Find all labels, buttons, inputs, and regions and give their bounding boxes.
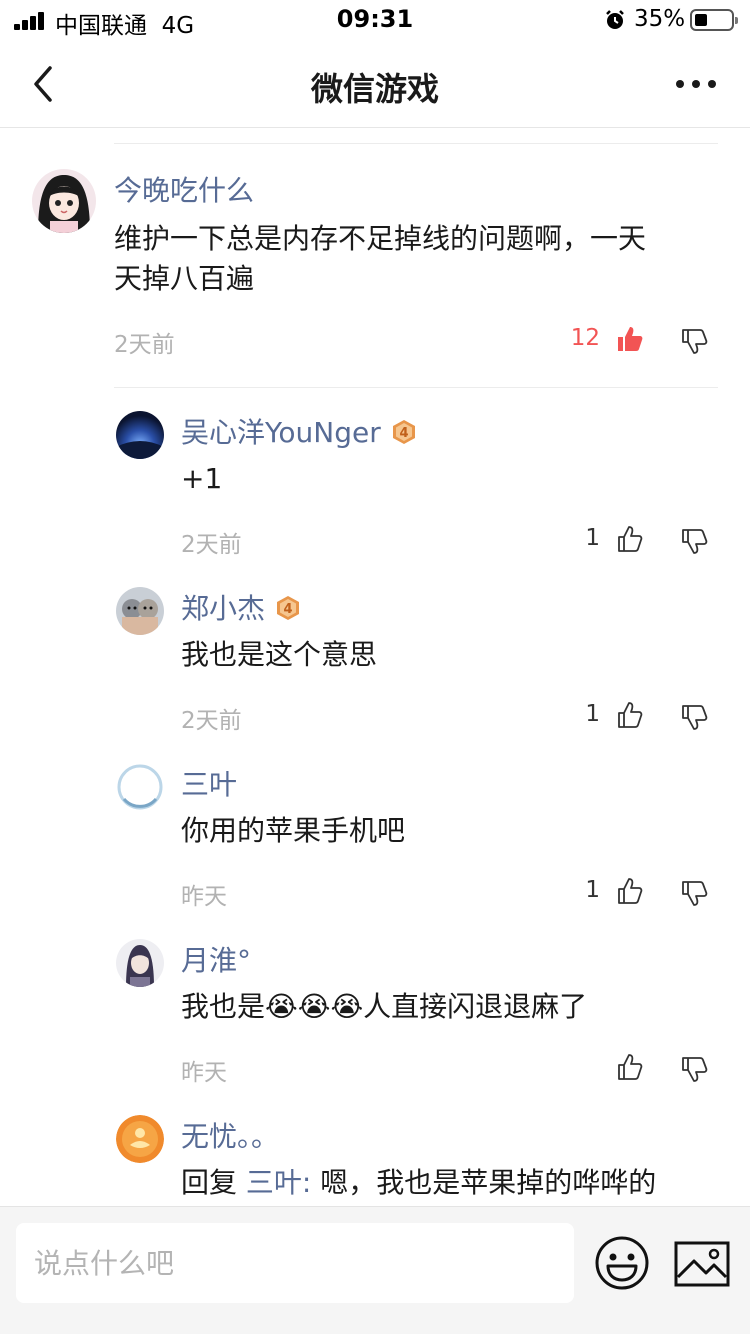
navigation-bar: 微信游戏 — [0, 40, 750, 128]
reply-prefix: 回复 — [181, 1166, 246, 1199]
image-icon[interactable] — [674, 1241, 730, 1287]
reply-text: 回复 三叶: 嗯，我也是苹果掉的哗哗的 — [181, 1163, 656, 1203]
svg-text:4: 4 — [399, 426, 408, 441]
reply-time: 2天前 — [181, 708, 242, 734]
reply-time: 2天前 — [181, 532, 242, 558]
reply-text: 你用的苹果手机吧 — [181, 814, 406, 847]
avatar[interactable] — [116, 411, 164, 459]
thumbs-down-icon[interactable] — [680, 703, 708, 731]
thumbs-down-icon[interactable] — [680, 879, 708, 907]
reply-text-part: 嗯，我也是苹果掉的哗哗的 — [311, 1166, 657, 1199]
reply-author[interactable]: 月淮° — [181, 939, 251, 979]
reply-item: 吴心洋YouNger 4 +1 2天前 1 — [0, 409, 750, 569]
reply-author-name[interactable]: 吴心洋YouNger — [181, 416, 381, 449]
comment-input-bar — [0, 1206, 750, 1334]
reply-item: 郑小杰 4 我也是这个意思 2天前 1 — [0, 585, 750, 745]
comment-input-container[interactable] — [16, 1223, 574, 1303]
avatar[interactable] — [32, 169, 96, 233]
reply-author[interactable]: 三叶 — [181, 763, 237, 803]
reply-text: +1 — [181, 462, 223, 495]
thumbs-up-icon[interactable] — [616, 1053, 644, 1081]
smiley-icon[interactable] — [594, 1235, 650, 1291]
like-count: 1 — [585, 701, 600, 727]
reply-text: 我也是😭😭😭人直接闪退退麻了 — [181, 987, 587, 1027]
reply-text-part: 人直接闪退退麻了 — [363, 990, 588, 1023]
reply-time: 昨天 — [181, 1060, 227, 1086]
like-count: 12 — [570, 325, 600, 351]
comment-time: 2天前 — [114, 332, 175, 358]
reply-item: 三叶 你用的苹果手机吧 昨天 1 — [0, 761, 750, 921]
alarm-icon — [606, 10, 624, 29]
comment-list[interactable]: 今晚吃什么 维护一下总是内存不足掉线的问题啊，一天 天掉八百遍 2天前 12 吴… — [0, 129, 750, 1206]
like-count: 1 — [585, 877, 600, 903]
divider — [114, 387, 718, 388]
page-title: 微信游戏 — [310, 70, 439, 108]
level-badge-icon: 4 — [392, 420, 415, 444]
thumbs-down-icon[interactable] — [680, 1055, 708, 1083]
avatar[interactable] — [116, 1115, 164, 1163]
comment-author[interactable]: 今晚吃什么 — [114, 169, 254, 209]
thumbs-up-icon[interactable] — [616, 701, 644, 729]
comment-input[interactable] — [16, 1223, 574, 1303]
comment-text-line: 维护一下总是内存不足掉线的问题啊，一天 — [114, 222, 647, 255]
status-bar: 中国联通 4G 09:31 35% — [0, 0, 750, 40]
comment-text-line: 天掉八百遍 — [114, 262, 255, 295]
reply-item: 月淮° 我也是😭😭😭人直接闪退退麻了 昨天 — [0, 937, 750, 1097]
thumbs-up-icon[interactable] — [616, 877, 644, 905]
reply-author[interactable]: 吴心洋YouNger 4 — [181, 411, 417, 451]
avatar[interactable] — [116, 587, 164, 635]
like-count: 1 — [585, 525, 600, 551]
reply-author-name[interactable]: 郑小杰 — [181, 592, 265, 625]
thumbs-down-icon[interactable] — [680, 527, 708, 555]
more-dots-icon[interactable] — [672, 68, 720, 100]
battery-percent: 35% — [634, 6, 686, 32]
reply-author[interactable]: 郑小杰 4 — [181, 587, 301, 627]
comment-text: 维护一下总是内存不足掉线的问题啊，一天 天掉八百遍 — [114, 219, 646, 299]
thumbs-up-icon[interactable] — [616, 325, 644, 353]
reply-to-link[interactable]: 三叶: — [246, 1166, 311, 1199]
battery-icon — [690, 9, 738, 31]
reply-item: 无忧。。 回复 三叶: 嗯，我也是苹果掉的哗哗的 — [0, 1113, 750, 1206]
reply-text-part: 我也是 — [181, 990, 266, 1023]
thumbs-down-icon[interactable] — [680, 327, 708, 355]
avatar[interactable] — [116, 763, 164, 811]
reply-time: 昨天 — [181, 884, 227, 910]
comment-item: 今晚吃什么 维护一下总是内存不足掉线的问题啊，一天 天掉八百遍 2天前 12 — [0, 129, 750, 389]
crying-emoji: 😭😭😭 — [265, 990, 364, 1023]
reply-text: 我也是这个意思 — [181, 638, 378, 671]
reply-author[interactable]: 无忧。。 — [181, 1115, 279, 1155]
avatar[interactable] — [116, 939, 164, 987]
thumbs-up-icon[interactable] — [616, 525, 644, 553]
level-badge-icon: 4 — [277, 596, 300, 620]
svg-text:4: 4 — [283, 602, 292, 617]
